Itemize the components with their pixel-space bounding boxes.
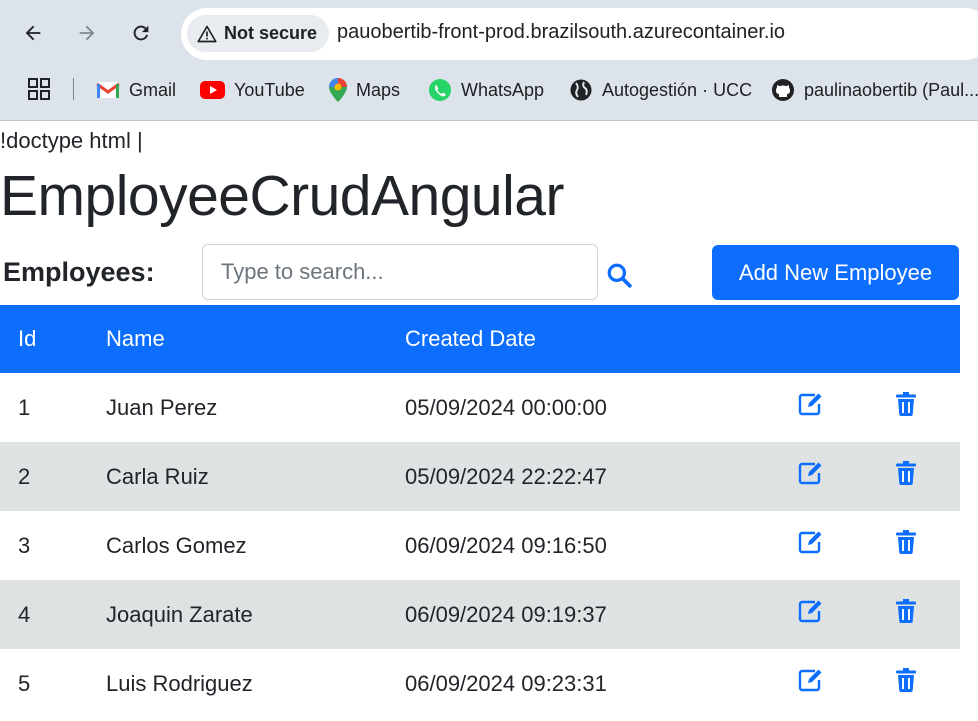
url-text: pauobertib-front-prod.brazilsouth.azurec… bbox=[337, 21, 786, 43]
cell-name: Carla Ruiz bbox=[106, 442, 405, 511]
bookmark-label: YouTube bbox=[234, 79, 305, 100]
edit-icon[interactable] bbox=[798, 392, 824, 416]
edit-icon[interactable] bbox=[798, 530, 824, 554]
cell-created-date: 06/09/2024 09:19:37 bbox=[405, 580, 788, 649]
bookmark-maps[interactable]: Maps bbox=[329, 76, 400, 104]
apps-grid-icon[interactable] bbox=[28, 78, 50, 100]
column-header-created-date: Created Date bbox=[405, 305, 788, 373]
trash-icon[interactable] bbox=[896, 667, 916, 692]
trash-icon[interactable] bbox=[896, 460, 916, 485]
table-row: 3 Carlos Gomez 06/09/2024 09:16:50 bbox=[0, 511, 960, 580]
back-arrow-icon bbox=[25, 25, 41, 41]
address-bar[interactable]: Not secure pauobertib-front-prod.brazils… bbox=[181, 8, 978, 60]
table-row: 5 Luis Rodriguez 06/09/2024 09:23:31 bbox=[0, 649, 960, 718]
column-header-name: Name bbox=[106, 305, 405, 373]
trash-icon[interactable] bbox=[896, 391, 916, 416]
bookmark-whatsapp[interactable]: WhatsApp bbox=[428, 76, 544, 104]
bookmarks-divider bbox=[73, 78, 74, 100]
bookmark-autogestion[interactable]: Autogestión · UCC bbox=[569, 76, 752, 104]
cell-created-date: 05/09/2024 22:22:47 bbox=[405, 442, 788, 511]
bookmark-label: WhatsApp bbox=[461, 79, 545, 100]
cell-created-date: 06/09/2024 09:23:31 bbox=[405, 649, 788, 718]
gmail-icon bbox=[96, 82, 120, 98]
bookmark-label: paulinaobertib (Paul... bbox=[804, 79, 978, 100]
reload-button[interactable] bbox=[124, 16, 158, 50]
column-header-id: Id bbox=[0, 305, 106, 373]
bookmark-label: Maps bbox=[356, 79, 401, 100]
warning-icon bbox=[197, 25, 217, 42]
bookmark-youtube[interactable]: YouTube bbox=[200, 76, 305, 104]
trash-icon[interactable] bbox=[896, 598, 916, 623]
cell-name: Luis Rodriguez bbox=[106, 649, 405, 718]
cell-created-date: 05/09/2024 00:00:00 bbox=[405, 373, 788, 442]
cell-created-date: 06/09/2024 09:16:50 bbox=[405, 511, 788, 580]
table-row: 4 Joaquin Zarate 06/09/2024 09:19:37 bbox=[0, 580, 960, 649]
doctype-text: !doctype html | bbox=[0, 128, 143, 153]
browser-toolbar: Not secure pauobertib-front-prod.brazils… bbox=[0, 0, 978, 68]
cell-id: 3 bbox=[0, 511, 106, 580]
column-header-edit bbox=[788, 305, 881, 373]
column-header-delete bbox=[881, 305, 960, 373]
bookmark-label: Autogestión · UCC bbox=[602, 79, 753, 100]
cell-name: Joaquin Zarate bbox=[106, 580, 405, 649]
bookmark-label: Gmail bbox=[129, 79, 177, 100]
forward-arrow-icon bbox=[79, 25, 95, 41]
whatsapp-icon bbox=[429, 79, 451, 101]
cell-id: 4 bbox=[0, 580, 106, 649]
table-row: 2 Carla Ruiz 05/09/2024 22:22:47 bbox=[0, 442, 960, 511]
edit-icon[interactable] bbox=[798, 461, 824, 485]
employees-label: Employees: bbox=[3, 257, 155, 287]
cell-name: Carlos Gomez bbox=[106, 511, 405, 580]
cell-name: Juan Perez bbox=[106, 373, 405, 442]
github-icon bbox=[772, 79, 794, 101]
cell-id: 5 bbox=[0, 649, 106, 718]
cell-id: 1 bbox=[0, 373, 106, 442]
search-icon[interactable] bbox=[606, 262, 632, 288]
bookmark-github[interactable]: paulinaobertib (Paul... bbox=[771, 76, 978, 104]
security-chip[interactable]: Not secure bbox=[187, 15, 330, 52]
employees-table: Id Name Created Date 1 Juan Perez 05/09/… bbox=[0, 305, 960, 718]
edit-icon[interactable] bbox=[798, 668, 824, 692]
page-title: EmployeeCrudAngular bbox=[0, 164, 564, 228]
back-button[interactable] bbox=[16, 16, 50, 50]
security-label: Not secure bbox=[224, 23, 318, 43]
search-input[interactable] bbox=[202, 244, 598, 300]
forward-button[interactable] bbox=[70, 16, 104, 50]
youtube-icon bbox=[200, 81, 225, 99]
maps-icon bbox=[329, 78, 347, 102]
bookmark-gmail[interactable]: Gmail bbox=[96, 76, 176, 104]
table-header-row: Id Name Created Date bbox=[0, 305, 960, 373]
table-row: 1 Juan Perez 05/09/2024 00:00:00 bbox=[0, 373, 960, 442]
add-employee-button[interactable]: Add New Employee bbox=[712, 245, 959, 300]
reload-icon bbox=[133, 25, 149, 41]
trash-icon[interactable] bbox=[896, 529, 916, 554]
edit-icon[interactable] bbox=[798, 599, 824, 623]
globe-icon bbox=[570, 79, 592, 101]
cell-id: 2 bbox=[0, 442, 106, 511]
